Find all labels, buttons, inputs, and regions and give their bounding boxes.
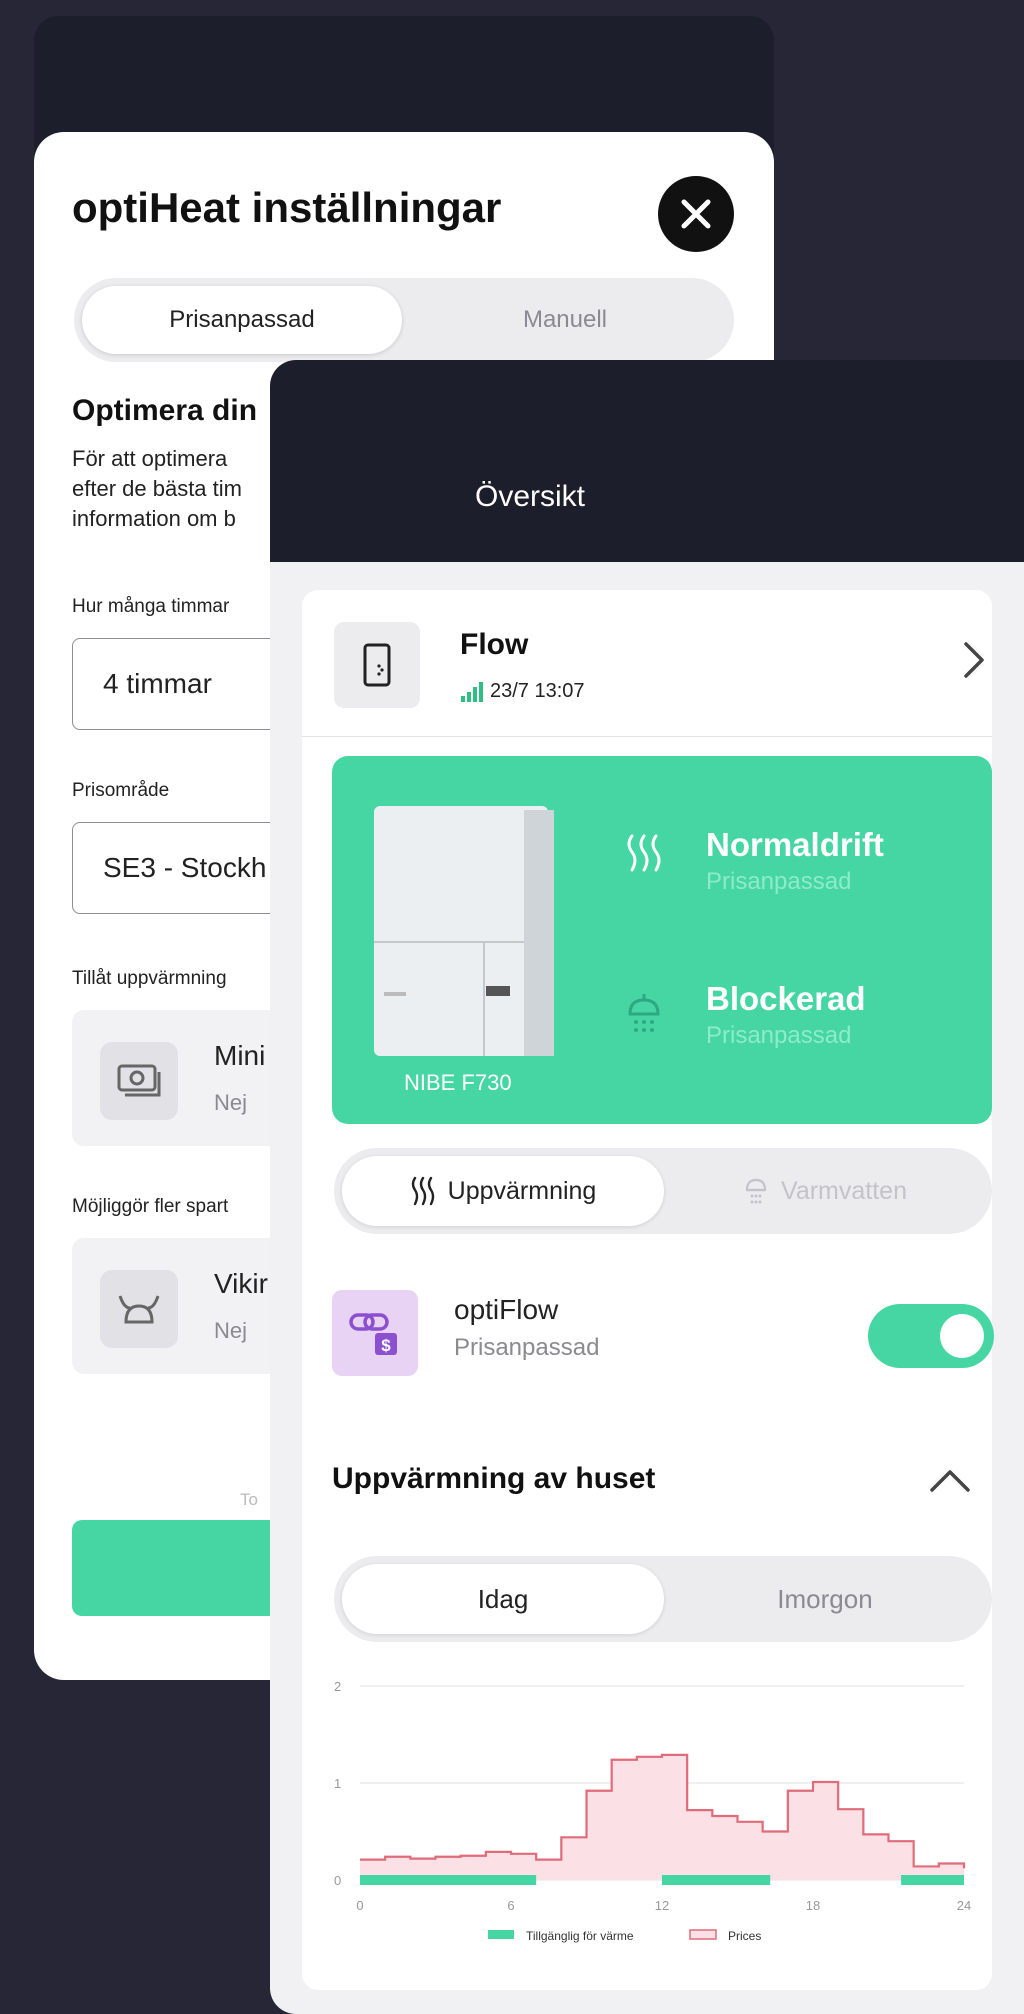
toggle-knob xyxy=(940,1314,984,1358)
section-heading: Optimera din xyxy=(72,394,258,427)
device-name[interactable]: Flow xyxy=(460,628,528,662)
water-status: Blockerad xyxy=(706,980,866,1017)
chevron-up-icon[interactable] xyxy=(928,1468,972,1494)
heating-mode: Prisanpassad xyxy=(706,868,852,895)
tab-label: Varmvatten xyxy=(781,1176,907,1205)
divider xyxy=(302,736,992,737)
x-tick-label: 24 xyxy=(957,1898,971,1913)
device-status: 23/7 13:07 xyxy=(460,680,585,703)
option-value: Nej xyxy=(214,1090,248,1115)
legend-swatch-available xyxy=(488,1930,514,1939)
available-band xyxy=(901,1875,964,1885)
x-tick-label: 6 xyxy=(507,1898,514,1913)
x-tick-label: 18 xyxy=(806,1898,820,1913)
x-tick-label: 0 xyxy=(356,1898,363,1913)
y-tick-label: 1 xyxy=(334,1776,341,1791)
legend-swatch-prices xyxy=(689,1929,717,1940)
available-band xyxy=(662,1875,771,1885)
heat-pump-image xyxy=(374,806,554,1056)
heat-pump-card: NIBE F730 Normaldrift Prisanpassad Block… xyxy=(332,756,992,1124)
y-tick-label: 0 xyxy=(334,1873,341,1888)
optiflow-subtitle: Prisanpassad xyxy=(454,1334,600,1361)
option-title: Mini xyxy=(214,1040,266,1071)
optiflow-icon: $ xyxy=(332,1290,418,1376)
heating-chart: 0 6 12 18 24 012 Tillgänglig för värme Prices xyxy=(334,1679,971,1943)
area-label: Prisområde xyxy=(72,780,170,801)
legend-label-available: Tillgänglig för värme xyxy=(526,1929,634,1943)
price-area xyxy=(360,1754,964,1880)
overview-header: Översikt xyxy=(270,360,1024,562)
heat-pump-model: NIBE F730 xyxy=(404,1070,512,1095)
tab-label: Uppvärmning xyxy=(447,1176,597,1205)
shower-icon xyxy=(745,1178,767,1204)
y-tick-label: 2 xyxy=(334,1679,341,1694)
tab-varmvatten[interactable]: Varmvatten xyxy=(666,1156,984,1226)
chevron-right-icon[interactable] xyxy=(962,640,986,680)
optiflow-toggle[interactable] xyxy=(868,1304,994,1368)
available-band xyxy=(360,1875,537,1885)
footer-text: To xyxy=(240,1490,258,1509)
option-value: Nej xyxy=(214,1318,248,1343)
device-icon xyxy=(334,622,420,708)
tab-uppvarmning[interactable]: Uppvärmning xyxy=(342,1156,664,1226)
allow-heating-label: Tillåt uppvärmning xyxy=(72,968,227,989)
tab-imorgon[interactable]: Imorgon xyxy=(666,1564,984,1634)
money-icon xyxy=(100,1042,178,1120)
shower-icon xyxy=(628,994,660,1032)
overview-panel: Översikt Flow 23/7 13:07 NIBE F730 Norma… xyxy=(270,360,1024,2014)
tab-prisanpassad[interactable]: Prisanpassad xyxy=(82,286,402,354)
last-updated: 23/7 13:07 xyxy=(490,680,585,702)
legend-label-prices: Prices xyxy=(728,1929,761,1943)
close-icon xyxy=(681,199,711,229)
hours-label: Hur många timmar xyxy=(72,596,230,617)
option-title: Vikir xyxy=(214,1268,268,1299)
mode-segment: Uppvärmning Varmvatten xyxy=(334,1148,992,1234)
signal-icon xyxy=(461,681,483,702)
mode-segment: Prisanpassad Manuell xyxy=(74,278,734,362)
optiflow-title: optiFlow xyxy=(454,1294,559,1325)
close-button[interactable] xyxy=(658,176,734,252)
day-segment: Idag Imorgon xyxy=(334,1556,992,1642)
tab-idag[interactable]: Idag xyxy=(342,1564,664,1634)
heating-icon xyxy=(627,834,661,872)
water-mode: Prisanpassad xyxy=(706,1022,852,1049)
section-title: Uppvärmning av huset xyxy=(332,1462,656,1495)
svg-text:$: $ xyxy=(381,1336,391,1355)
heating-status: Normaldrift xyxy=(706,826,884,863)
sheet-title: optiHeat inställningar xyxy=(72,184,502,231)
x-tick-label: 12 xyxy=(655,1898,669,1913)
viking-helmet-icon xyxy=(100,1270,178,1348)
page-title: Översikt xyxy=(474,480,585,513)
enable-savings-label: Möjliggör fler spart xyxy=(72,1196,229,1217)
tab-manuell[interactable]: Manuell xyxy=(404,286,726,354)
device-card: Flow 23/7 13:07 NIBE F730 Normaldrift Pr… xyxy=(302,590,994,1990)
heating-icon xyxy=(411,1176,434,1206)
